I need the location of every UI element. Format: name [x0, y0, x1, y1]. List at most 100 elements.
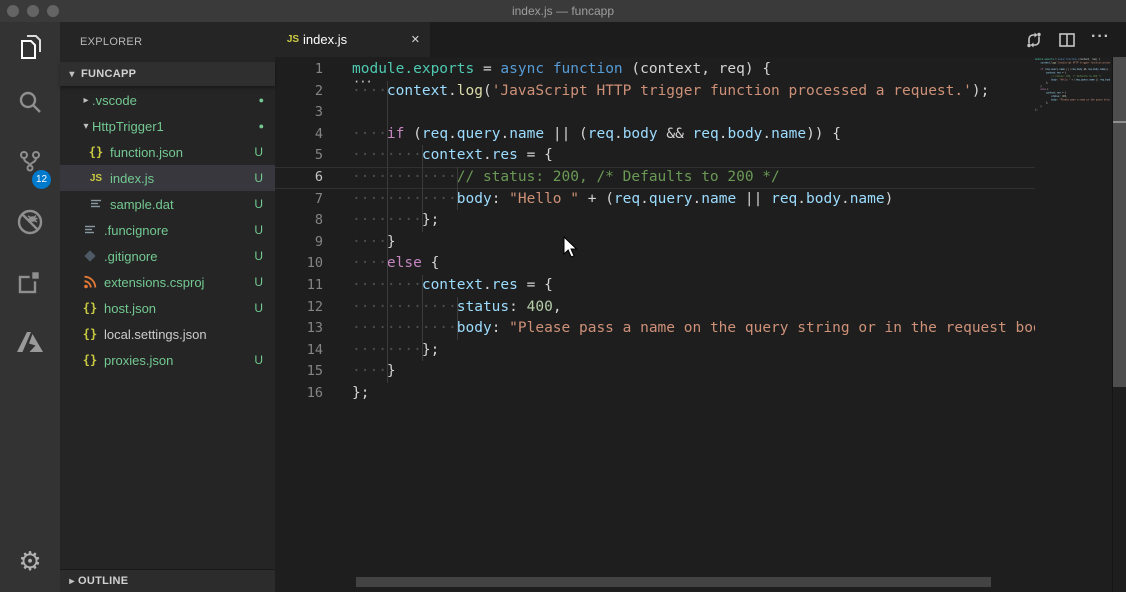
- code-line-14[interactable]: 14········};: [275, 339, 1035, 362]
- line-number[interactable]: 14: [275, 340, 323, 362]
- indent-guide: [386, 80, 388, 103]
- close-window-button[interactable]: [7, 5, 19, 17]
- sidebar-title: EXPLORER: [80, 36, 143, 48]
- line-number[interactable]: 3: [275, 102, 323, 124]
- code-line-11[interactable]: 11········context.res = {: [275, 274, 1035, 297]
- code-line-15[interactable]: 15 ····}: [275, 361, 1035, 383]
- code-line-4[interactable]: 4 ····if (req.query.name || (req.body && …: [275, 123, 1035, 146]
- split-editor-icon[interactable]: [1058, 31, 1076, 49]
- line-number[interactable]: 8: [275, 210, 323, 232]
- code-token: body: [456, 190, 492, 207]
- file-name: proxies.json: [104, 352, 174, 368]
- line-number[interactable]: 4: [275, 124, 323, 146]
- azure-icon[interactable]: [0, 312, 60, 372]
- code-token: ): [884, 190, 894, 207]
- code-token: context: [386, 82, 449, 99]
- git-untracked-badge: U: [254, 275, 263, 289]
- code-token: body: [806, 190, 841, 207]
- code-token: {: [421, 255, 440, 272]
- section-header-funcapp[interactable]: ▾ FUNCAPP: [60, 62, 275, 86]
- code-token: body: [727, 125, 763, 142]
- code-line-6[interactable]: 6 ············// status: 200, /* Defaults…: [275, 166, 1035, 189]
- line-number[interactable]: 2: [275, 81, 323, 103]
- tree-item-.funcignore[interactable]: .funcignore U: [60, 217, 275, 243]
- explorer-icon[interactable]: [0, 22, 60, 72]
- tree-item-sample.dat[interactable]: sample.dat U: [60, 191, 275, 217]
- more-actions-icon[interactable]: ···: [1091, 28, 1110, 51]
- minimize-window-button[interactable]: [27, 5, 39, 17]
- code-line-1[interactable]: 1 module.exports = async function (contex…: [275, 59, 1035, 81]
- chevron-right-icon: ▸: [69, 575, 75, 587]
- git-untracked-badge: U: [254, 145, 263, 159]
- search-icon[interactable]: [0, 72, 60, 132]
- code-line-2[interactable]: 2 ····context.log('JavaScript HTTP trigge…: [275, 80, 1035, 103]
- line-number[interactable]: 16: [275, 383, 323, 405]
- tree-item-function.json[interactable]: {} function.json U: [60, 139, 275, 165]
- explorer-sidebar: EXPLORER ▾ FUNCAPP ▸ .vscode ● ▾ HttpTrigger…: [60, 22, 275, 592]
- minimap[interactable]: module.exports = async function (context…: [1035, 58, 1110, 178]
- code-token: if: [386, 125, 405, 142]
- code-line-8[interactable]: 8········};: [275, 210, 1035, 232]
- tree-item-index.js[interactable]: JS index.js U: [60, 165, 275, 191]
- tree-item-.vscode[interactable]: ▸ .vscode ●: [60, 87, 275, 113]
- json-icon: {}: [88, 145, 104, 159]
- code-token: :: [491, 190, 510, 207]
- debug-icon[interactable]: [0, 192, 60, 252]
- tree-item-HttpTrigger1[interactable]: ▾ HttpTrigger1 ●: [60, 113, 275, 139]
- window-controls: [0, 5, 59, 17]
- line-number[interactable]: 1: [275, 59, 323, 81]
- indent-guide: [386, 318, 388, 340]
- activity-bar: 12 ⚙: [0, 22, 60, 592]
- code-token: 400: [526, 298, 553, 315]
- code-line-10[interactable]: 10 ····else {: [275, 253, 1035, 275]
- code-token: "Hello ": [509, 190, 579, 207]
- tree-item-.gitignore[interactable]: .gitignore U: [60, 243, 275, 269]
- extensions-icon[interactable]: [0, 252, 60, 312]
- code-line-12[interactable]: 12 ············status: 400,: [275, 296, 1035, 319]
- code-token: };: [421, 341, 440, 358]
- indent-guide: [386, 210, 388, 232]
- line-number[interactable]: 5: [275, 145, 323, 167]
- tree-item-extensions.csproj[interactable]: extensions.csproj U: [60, 269, 275, 295]
- line-number[interactable]: 6: [275, 167, 323, 189]
- code-line-13[interactable]: 13 ············body: "Please pass a name …: [275, 318, 1035, 340]
- line-number[interactable]: 15: [275, 361, 323, 383]
- code-editor[interactable]: 1 module.exports = async function (contex…: [275, 57, 1126, 592]
- tab-index-js[interactable]: JS index.js ✕: [275, 22, 430, 57]
- horizontal-scrollbar-thumb[interactable]: [356, 577, 991, 587]
- indent-guide: [421, 274, 423, 297]
- code-token: context: [421, 147, 483, 164]
- open-changes-icon[interactable]: [1025, 31, 1043, 49]
- tree-item-host.json[interactable]: {} host.json U: [60, 295, 275, 321]
- code-token: );: [971, 82, 990, 99]
- line-number[interactable]: 11: [275, 275, 323, 297]
- code-token: .: [448, 82, 457, 99]
- line-number[interactable]: 7: [275, 189, 323, 211]
- line-number[interactable]: 13: [275, 318, 323, 340]
- maximize-window-button[interactable]: [47, 5, 59, 17]
- vertical-scrollbar[interactable]: [1112, 57, 1126, 592]
- code-token: status: [456, 298, 510, 315]
- code-line-3[interactable]: 3: [275, 102, 1035, 124]
- code-line-9[interactable]: 9 ····}: [275, 231, 1035, 254]
- line-number[interactable]: 9: [275, 232, 323, 254]
- js-icon: JS: [89, 172, 103, 184]
- source-control-icon[interactable]: 12: [0, 132, 60, 192]
- tab-bar: JS index.js ✕ ···: [275, 22, 1126, 57]
- code-token: req: [692, 125, 719, 142]
- indent-guide: [456, 318, 458, 340]
- code-line-7[interactable]: 7 ············body: "Hello " + (req.query…: [275, 188, 1035, 211]
- code-line-16[interactable]: 16};: [275, 383, 1035, 405]
- line-number[interactable]: 12: [275, 297, 323, 319]
- tree-item-proxies.json[interactable]: {} proxies.json U: [60, 347, 275, 373]
- code-token: name: [701, 190, 737, 207]
- close-tab-icon[interactable]: ✕: [411, 33, 420, 46]
- vertical-scrollbar-thumb[interactable]: [1113, 57, 1126, 387]
- git-icon: [82, 250, 98, 262]
- line-number[interactable]: 10: [275, 253, 323, 275]
- tree-item-local.settings.json[interactable]: {} local.settings.json: [60, 321, 275, 347]
- outline-section[interactable]: ▸ OUTLINE: [60, 569, 275, 592]
- code-token: .: [640, 190, 649, 207]
- settings-gear-icon[interactable]: ⚙: [0, 530, 60, 592]
- code-line-5[interactable]: 5········context.res = {: [275, 145, 1035, 167]
